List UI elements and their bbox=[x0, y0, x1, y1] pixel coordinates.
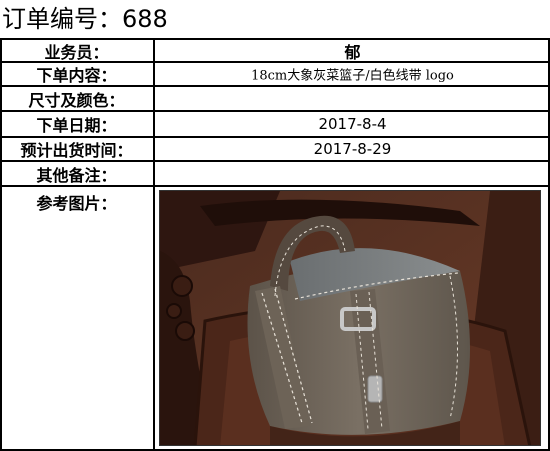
field-value: 18cm大象灰菜篮子/白色线带 logo bbox=[251, 68, 454, 84]
field-value bbox=[155, 162, 550, 185]
field-row-size-color: 尺寸及颜色： bbox=[0, 87, 550, 110]
field-value: 2017-8-4 bbox=[318, 115, 387, 133]
field-row-ship-date: 预计出货时间： 2017-8-29 bbox=[0, 138, 550, 160]
field-label: 参考图片： bbox=[0, 187, 155, 449]
field-label: 下单内容： bbox=[0, 63, 155, 85]
field-label: 其他备注： bbox=[0, 162, 155, 185]
field-label: 业务员： bbox=[0, 40, 155, 62]
field-row-order-date: 下单日期： 2017-8-4 bbox=[0, 112, 550, 136]
field-label: 下单日期： bbox=[0, 112, 155, 136]
field-label: 预计出货时间： bbox=[0, 138, 155, 160]
field-label: 尺寸及颜色： bbox=[0, 87, 155, 110]
field-row-order-content: 下单内容： 18cm大象灰菜篮子/白色线带 logo bbox=[0, 63, 550, 85]
reference-photo bbox=[159, 190, 541, 446]
order-number-title: 订单编号：688 bbox=[2, 5, 168, 33]
field-row-remarks: 其他备注： bbox=[0, 162, 550, 185]
bag-photo-illustration bbox=[160, 191, 540, 445]
field-value bbox=[155, 87, 550, 110]
field-value: 郁 bbox=[344, 42, 361, 62]
field-row-salesperson: 业务员： 郁 bbox=[0, 40, 550, 62]
field-value: 2017-8-29 bbox=[313, 140, 392, 158]
